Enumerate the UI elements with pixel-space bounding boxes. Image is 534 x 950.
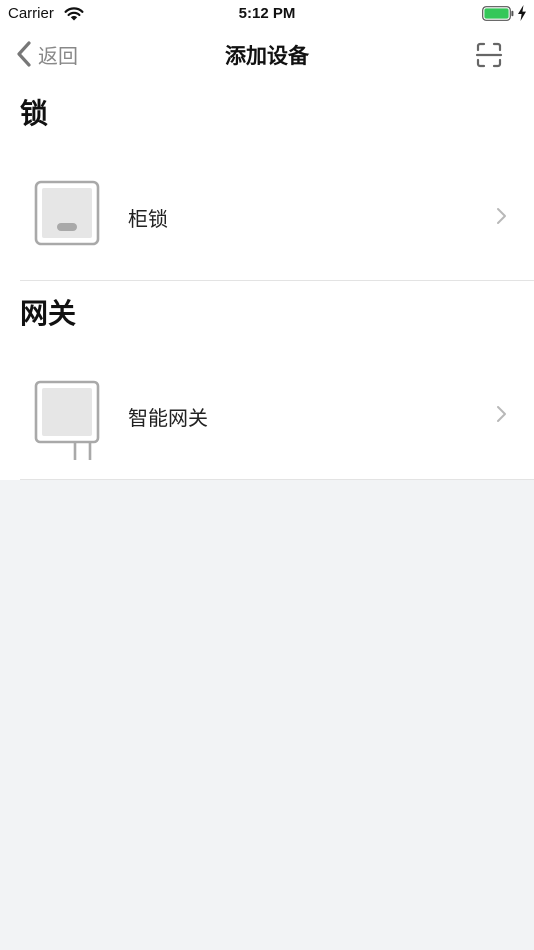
cabinet-lock-icon xyxy=(34,180,100,246)
status-bar: Carrier 5:12 PM xyxy=(0,0,534,28)
row-divider xyxy=(20,280,534,281)
section-title-lock: 锁 xyxy=(20,97,49,130)
row-divider xyxy=(20,479,534,480)
chevron-right-icon xyxy=(497,406,506,422)
smart-gateway-icon xyxy=(34,380,100,460)
device-row-cabinet-lock[interactable]: 柜锁 xyxy=(0,166,534,266)
navigation-bar: 返回 添加设备 xyxy=(0,28,534,80)
chevron-right-icon xyxy=(497,208,506,224)
charging-bolt-icon xyxy=(518,5,526,21)
status-time: 5:12 PM xyxy=(238,5,296,22)
device-name-smart-gateway: 智能网关 xyxy=(128,406,208,430)
scan-icon[interactable] xyxy=(474,40,504,70)
page-title: 添加设备 xyxy=(225,44,309,68)
battery-icon xyxy=(482,6,514,21)
section-title-gateway: 网关 xyxy=(20,297,77,330)
device-row-smart-gateway[interactable]: 智能网关 xyxy=(0,366,534,466)
device-name-cabinet-lock: 柜锁 xyxy=(128,207,168,231)
